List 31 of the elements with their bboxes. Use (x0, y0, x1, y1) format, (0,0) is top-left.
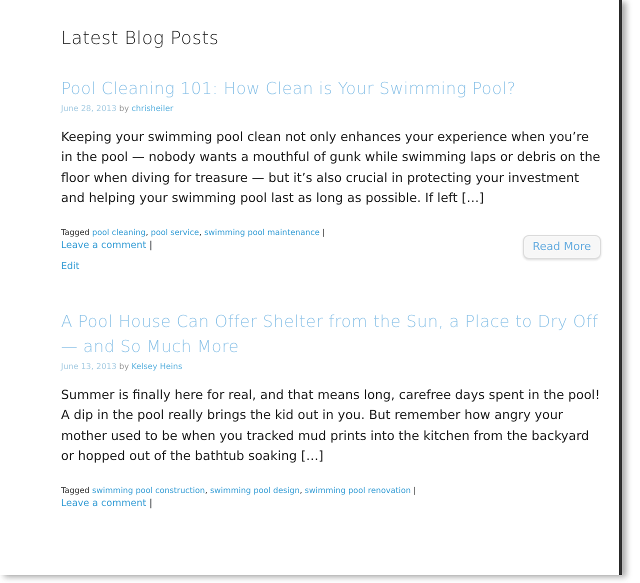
comment-link[interactable]: Leave a comment (61, 240, 146, 251)
read-more-button[interactable]: Read More (522, 234, 601, 260)
separator-text: | (322, 228, 325, 237)
tagged-label: Tagged (61, 228, 90, 237)
tagged-label: Tagged (61, 486, 90, 495)
separator-text: , (205, 486, 208, 495)
separator-text: , (146, 228, 148, 237)
tag-link[interactable]: swimming pool maintenance (204, 228, 320, 237)
tag-link[interactable]: swimming pool renovation (304, 486, 411, 495)
post-title: Pool Cleaning 101: How Clean is Your Swimming Pool? (61, 78, 517, 100)
section-heading: Latest Blog Posts (61, 28, 220, 50)
separator-text: | (413, 486, 416, 495)
separator-text: , (199, 228, 202, 237)
post-date[interactable]: June 13, 2013 (61, 362, 117, 371)
tag-link[interactable]: pool cleaning (92, 228, 146, 237)
post-date[interactable]: June 28, 2013 (61, 104, 117, 113)
tag-link[interactable]: pool service (150, 228, 200, 237)
separator-text: | (149, 498, 152, 509)
byline-text: by (119, 104, 129, 113)
tag-link[interactable]: swimming pool design (210, 486, 300, 495)
tag-link[interactable]: swimming pool construction (92, 486, 205, 495)
separator-text: | (149, 240, 152, 251)
comment-link[interactable]: Leave a comment (61, 498, 146, 509)
post-excerpt: Keeping your swimming pool clean not only enhances your experience when you’re in the pool — nobody wants a mouthful of gunk while swimming laps or debris on the floor when diving for treasure — but it’s also crucial in protecting your investment and helping your swimming pool last as long as possible. If left […] (61, 128, 601, 208)
post-excerpt: Summer is finally here for real, and that means long, carefree days spent in the pool! A dip in the pool really brings the kid out in you. But remember how angry your mother used to be when you tracked mud prints into the kitchen from the backyard or hopped out of the bathtub soaking […] (61, 386, 601, 466)
author-link[interactable]: Kelsey Heins (132, 362, 182, 371)
author-link[interactable]: chrisheiler (132, 104, 174, 113)
separator-text: , (300, 486, 302, 495)
post-title: A Pool House Can Offer Shelter from the Sun, a Place to Dry Off — and So Much More (61, 310, 600, 358)
edit-link[interactable]: Edit (61, 260, 80, 272)
byline-text: by (119, 362, 129, 371)
